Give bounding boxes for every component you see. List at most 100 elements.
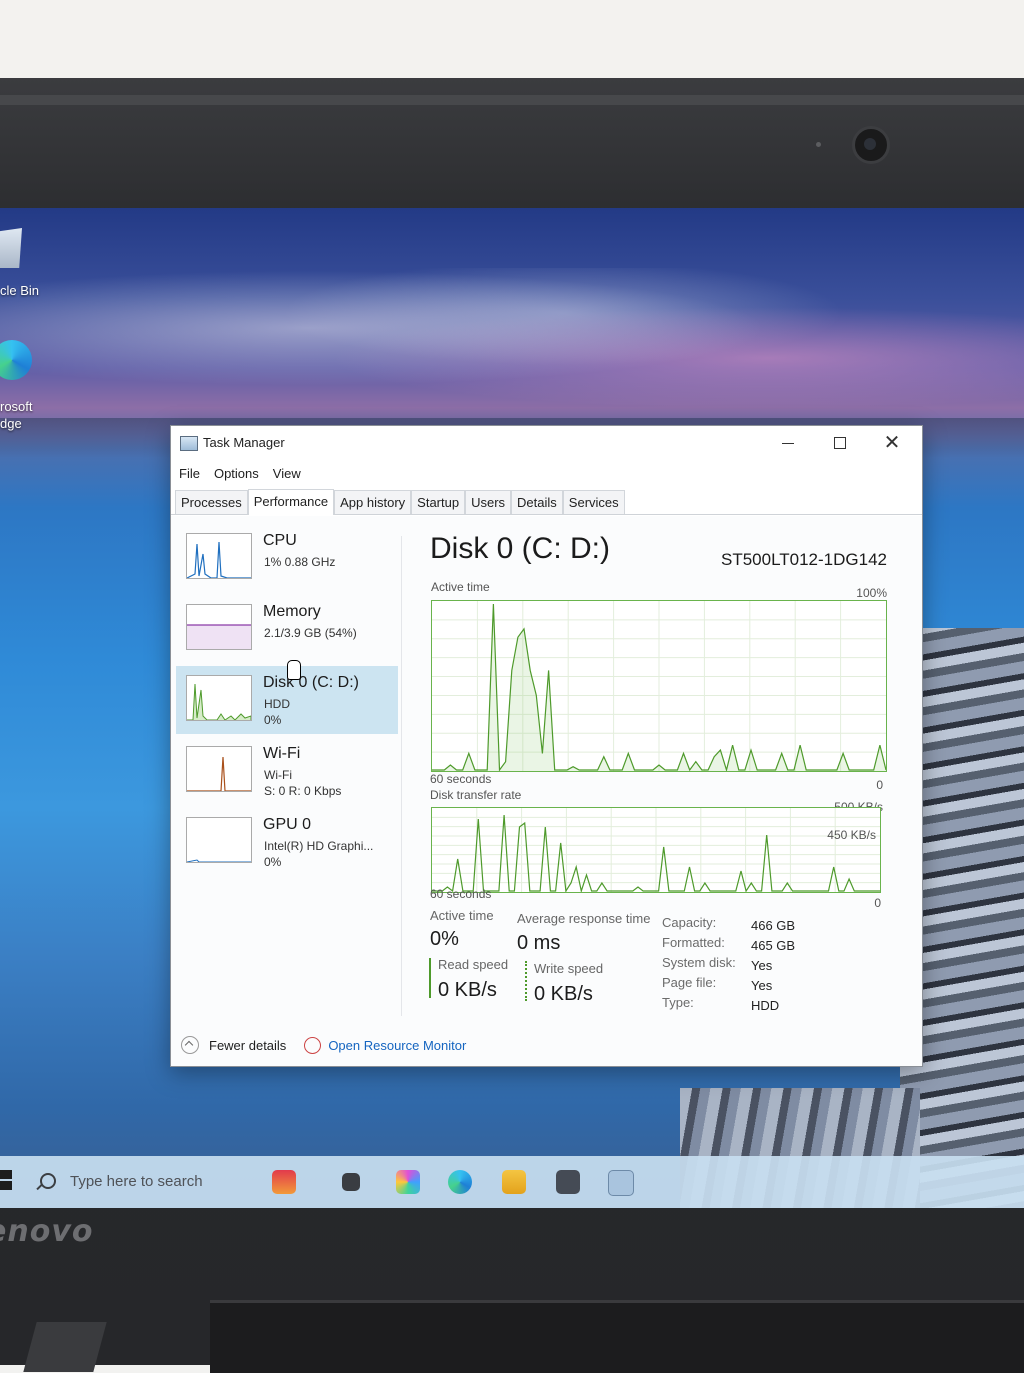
- gpu-thumbnail-graph: [186, 817, 252, 863]
- footer-bar: Fewer details Open Resource Monitor: [181, 1036, 466, 1054]
- task-view-icon[interactable]: [342, 1173, 360, 1191]
- active-time-graph-label: Active time: [431, 580, 490, 594]
- resource-monitor-icon[interactable]: [304, 1036, 322, 1054]
- performance-panel: CPU 1% 0.88 GHz Memory 2.1/3.9 GB (54%) …: [171, 516, 922, 1066]
- resource-detail: 2.1/3.9 GB (54%): [264, 626, 357, 640]
- mail-icon[interactable]: [556, 1170, 580, 1194]
- type-key: Type:: [662, 995, 694, 1010]
- minimize-button[interactable]: [765, 430, 811, 456]
- transfer-rate-chart: [432, 808, 880, 892]
- close-icon: ✕: [883, 432, 901, 454]
- disk-title: Disk 0 (C: D:): [430, 532, 610, 565]
- minimize-icon: [782, 442, 794, 444]
- transfer-graph-label: Disk transfer rate: [430, 788, 522, 802]
- tab-app-history[interactable]: App history: [334, 490, 412, 514]
- menu-bar: File Options View: [171, 460, 922, 486]
- resource-name: GPU 0: [263, 816, 312, 833]
- active-time-max-label: 100%: [856, 586, 887, 600]
- transfer-rate-graph: 450 KB/s: [431, 807, 881, 893]
- write-speed-label: Write speed: [534, 961, 604, 976]
- resource-usage: S: 0 R: 0 Kbps: [264, 784, 342, 798]
- panel-divider: [401, 536, 402, 1016]
- edge-desktop-label[interactable]: rosoft dge: [0, 398, 33, 432]
- menu-view[interactable]: View: [273, 466, 301, 481]
- tab-performance[interactable]: Performance: [247, 489, 335, 515]
- recycle-bin-icon[interactable]: [0, 228, 22, 268]
- active-time-window-label: 60 seconds: [430, 772, 492, 786]
- active-time-chart: [432, 601, 886, 771]
- transfer-mid-label: 450 KB/s: [827, 828, 876, 842]
- avg-response-value: 0 ms: [517, 932, 561, 954]
- webcam-icon: [852, 126, 890, 164]
- resource-item-memory[interactable]: Memory 2.1/3.9 GB (54%): [176, 595, 398, 663]
- close-button[interactable]: ✕: [869, 430, 915, 456]
- task-manager-window: Task Manager ✕ File Options View Process…: [170, 425, 923, 1067]
- avg-response-label: Average response time: [517, 911, 651, 926]
- resource-name: CPU: [263, 532, 297, 549]
- resource-detail: 1% 0.88 GHz: [264, 555, 336, 569]
- task-manager-taskbar-icon[interactable]: [608, 1170, 634, 1196]
- transfer-window-label: 60 seconds: [430, 887, 492, 901]
- laptop-hinge: [210, 1300, 1024, 1373]
- open-resource-monitor-link[interactable]: Open Resource Monitor: [328, 1038, 466, 1053]
- resource-list: CPU 1% 0.88 GHz Memory 2.1/3.9 GB (54%) …: [176, 524, 398, 879]
- title-bar[interactable]: Task Manager ✕: [171, 426, 922, 460]
- write-speed-indicator: [525, 961, 527, 1001]
- bezel-edge: [0, 95, 1024, 105]
- tab-users[interactable]: Users: [465, 490, 512, 514]
- system-disk-key: System disk:: [662, 955, 736, 970]
- taskbar-search[interactable]: Type here to search: [30, 1162, 280, 1200]
- active-time-stat-label: Active time: [430, 908, 494, 923]
- tab-startup[interactable]: Startup: [411, 490, 466, 514]
- menu-options[interactable]: Options: [214, 466, 259, 481]
- write-speed-value: 0 KB/s: [534, 983, 593, 1005]
- taskbar: Type here to search: [0, 1156, 1024, 1208]
- resource-detail: Wi-Fi: [264, 768, 292, 782]
- resource-item-cpu[interactable]: CPU 1% 0.88 GHz: [176, 524, 398, 592]
- memory-thumbnail-graph: [186, 604, 252, 650]
- start-windows-icon[interactable]: [0, 1170, 12, 1190]
- task-manager-app-icon: [180, 436, 198, 451]
- formatted-value: 465 GB: [751, 938, 796, 953]
- system-disk-value: Yes: [751, 958, 773, 973]
- transfer-min-label: 0: [874, 896, 881, 910]
- resource-detail: HDD: [264, 697, 290, 711]
- camera-led: [816, 142, 821, 147]
- wallpaper-clouds: [0, 268, 1024, 418]
- formatted-key: Formatted:: [662, 935, 725, 950]
- tab-processes[interactable]: Processes: [175, 490, 248, 514]
- maximize-button[interactable]: [817, 430, 863, 456]
- search-placeholder: Type here to search: [70, 1172, 203, 1190]
- read-speed-value: 0 KB/s: [438, 979, 497, 1001]
- hand-cursor-icon: [287, 660, 301, 680]
- cpu-thumbnail-graph: [186, 533, 252, 579]
- disk-detail: Disk 0 (C: D:) ST500LT012-1DG142 Active …: [427, 516, 907, 1066]
- active-time-min-label: 0: [876, 778, 883, 792]
- capacity-value: 466 GB: [751, 918, 796, 933]
- disk-thumbnail-graph: [186, 675, 252, 721]
- resource-detail: Intel(R) HD Graphi...: [264, 839, 374, 853]
- capacity-key: Capacity:: [662, 915, 717, 930]
- widgets-icon[interactable]: [272, 1170, 296, 1194]
- resource-item-gpu[interactable]: GPU 0 Intel(R) HD Graphi... 0%: [176, 808, 398, 876]
- file-explorer-icon[interactable]: [502, 1170, 526, 1194]
- fewer-details-link[interactable]: Fewer details: [209, 1038, 286, 1053]
- edge-taskbar-icon[interactable]: [448, 1170, 472, 1194]
- chevron-up-icon[interactable]: [181, 1036, 199, 1054]
- active-time-stat-value: 0%: [430, 928, 459, 950]
- resource-name: Disk 0 (C: D:): [263, 674, 359, 691]
- tab-services[interactable]: Services: [562, 490, 625, 514]
- maximize-icon: [834, 437, 846, 449]
- menu-file[interactable]: File: [179, 466, 200, 481]
- resource-usage: 0%: [264, 713, 282, 727]
- active-time-graph: [431, 600, 887, 772]
- laptop-brand-logo: enovo: [0, 1214, 94, 1249]
- page-file-value: Yes: [751, 978, 773, 993]
- copilot-icon[interactable]: [396, 1170, 420, 1194]
- page-file-key: Page file:: [662, 975, 717, 990]
- recycle-bin-label[interactable]: cle Bin: [0, 283, 39, 298]
- type-value: HDD: [751, 998, 780, 1013]
- resource-item-wifi[interactable]: Wi-Fi Wi-Fi S: 0 R: 0 Kbps: [176, 737, 398, 805]
- tab-strip: Processes Performance App history Startu…: [171, 486, 922, 515]
- tab-details[interactable]: Details: [511, 490, 563, 514]
